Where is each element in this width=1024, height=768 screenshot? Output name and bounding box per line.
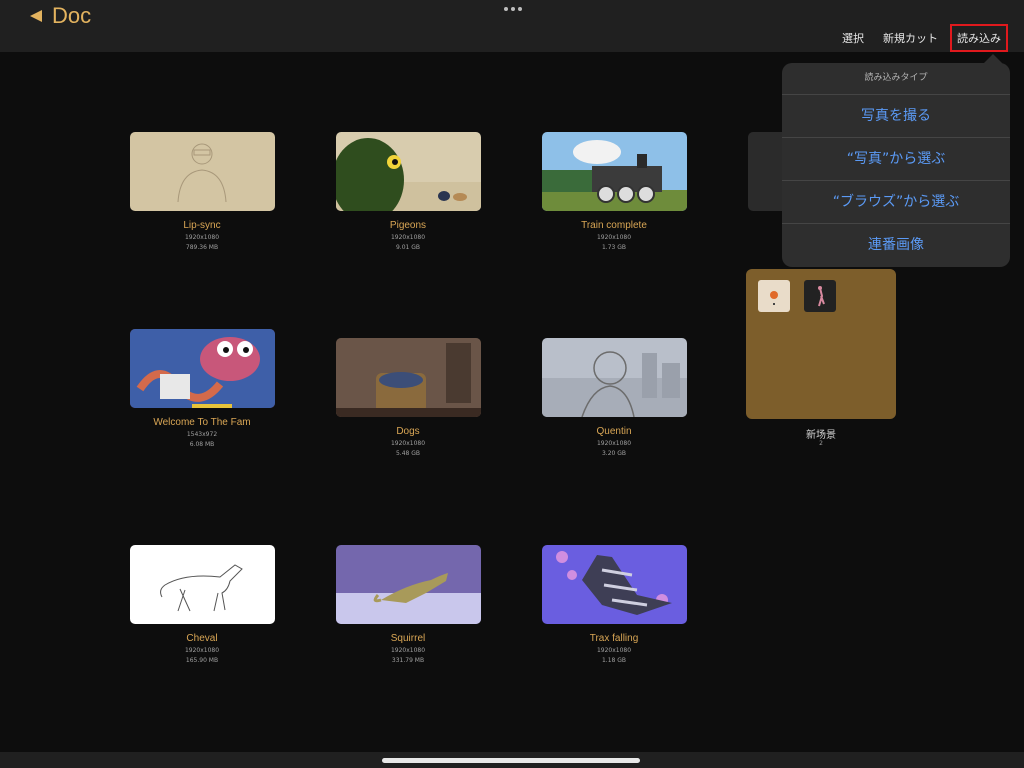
new-cut-button[interactable]: 新規カット xyxy=(883,30,938,46)
folder-name: 新场景 xyxy=(806,430,836,441)
project-card-welcome-to-the-fam[interactable]: Welcome To The Fam 1543x972 6.08 MB xyxy=(112,329,292,448)
project-thumbnail[interactable] xyxy=(541,338,687,417)
pigeons-image xyxy=(335,138,481,211)
choose-from-browse-option[interactable]: “ブラウズ”から選ぶ xyxy=(782,181,1010,224)
image-sequence-option[interactable]: 連番画像 xyxy=(782,224,1010,266)
project-thumbnail[interactable] xyxy=(335,132,481,211)
project-thumbnail[interactable] xyxy=(541,132,687,211)
dogs-image xyxy=(335,338,481,417)
project-resolution: 1920x1080 xyxy=(184,647,220,654)
project-card-cheval[interactable]: Cheval 1920x1080 165.90 MB xyxy=(112,545,292,664)
import-button[interactable]: 読み込み xyxy=(950,24,1008,52)
horse-sketch-image xyxy=(159,564,243,612)
squirrel-image xyxy=(335,573,481,624)
project-card-trax-falling[interactable]: Trax falling 1920x1080 1.18 GB xyxy=(524,545,704,664)
navigation-bar: Doc 選択 新規カット 読み込み xyxy=(0,0,1024,52)
project-size: 5.48 GB xyxy=(395,450,421,457)
project-name: Train complete xyxy=(581,220,647,231)
project-card-lip-sync[interactable]: Lip-sync 1920x1080 789.36 MB xyxy=(112,132,292,251)
toolbar-actions: 選択 新規カット 読み込み xyxy=(823,24,1008,52)
project-name: Cheval xyxy=(186,633,218,644)
back-label: Doc xyxy=(52,3,92,28)
select-button[interactable]: 選択 xyxy=(842,30,864,46)
more-dots-icon[interactable] xyxy=(504,7,522,11)
choose-from-photos-option[interactable]: “写真”から選ぶ xyxy=(782,138,1010,181)
project-name: Dogs xyxy=(396,426,420,437)
home-indicator[interactable] xyxy=(382,758,640,763)
project-size: 1.73 GB xyxy=(601,244,627,251)
project-size: 3.20 GB xyxy=(601,450,627,457)
project-card-squirrel[interactable]: Squirrel 1920x1080 331.79 MB xyxy=(318,545,498,664)
project-thumbnail[interactable] xyxy=(335,545,481,624)
folder-preview-2 xyxy=(804,280,836,312)
project-resolution: 1920x1080 xyxy=(596,647,632,654)
project-resolution: 1920x1080 xyxy=(390,647,426,654)
project-thumbnail[interactable] xyxy=(335,338,481,417)
project-resolution: 1920x1080 xyxy=(596,234,632,241)
project-size: 1.18 GB xyxy=(601,657,627,664)
popover-title: 読み込みタイプ xyxy=(782,63,1010,95)
scene-folder[interactable] xyxy=(746,269,896,419)
project-resolution: 1543x972 xyxy=(186,431,218,438)
octopus-image xyxy=(129,329,275,408)
folder-count: 2 xyxy=(819,440,823,447)
back-arrow-icon xyxy=(30,10,42,22)
project-name: Welcome To The Fam xyxy=(153,417,251,428)
project-thumbnail[interactable] xyxy=(129,545,275,624)
project-thumbnail[interactable] xyxy=(541,545,687,624)
project-resolution: 1920x1080 xyxy=(390,234,426,241)
back-button[interactable]: Doc xyxy=(30,2,91,30)
project-resolution: 1920x1080 xyxy=(596,440,632,447)
project-name: Quentin xyxy=(596,426,632,437)
project-resolution: 1920x1080 xyxy=(184,234,220,241)
project-card-pigeons[interactable]: Pigeons 1920x1080 9.01 GB xyxy=(318,132,498,251)
project-thumbnail[interactable] xyxy=(129,132,275,211)
project-name: Pigeons xyxy=(389,220,427,231)
project-size: 9.01 GB xyxy=(395,244,421,251)
project-name: Trax falling xyxy=(589,633,639,644)
project-name: Squirrel xyxy=(390,633,426,644)
project-size: 331.79 MB xyxy=(391,657,425,664)
project-size: 165.90 MB xyxy=(185,657,219,664)
project-name: Lip-sync xyxy=(183,220,221,231)
project-card-dogs[interactable]: Dogs 1920x1080 5.48 GB xyxy=(318,338,498,457)
project-resolution: 1920x1080 xyxy=(390,440,426,447)
project-size: 789.36 MB xyxy=(185,244,219,251)
train-image xyxy=(541,140,687,211)
project-size: 6.08 MB xyxy=(189,441,215,448)
project-card-train-complete[interactable]: Train complete 1920x1080 1.73 GB xyxy=(524,132,704,251)
project-thumbnail[interactable] xyxy=(129,329,275,408)
take-photo-option[interactable]: 写真を撮る xyxy=(782,95,1010,138)
project-card-quentin[interactable]: Quentin 1920x1080 3.20 GB xyxy=(524,338,704,457)
quentin-sketch-image xyxy=(541,351,687,417)
lip-sync-sketch-image xyxy=(177,143,226,203)
folder-preview-1 xyxy=(758,280,790,312)
import-type-popover: 読み込みタイプ 写真を撮る “写真”から選ぶ “ブラウズ”から選ぶ 連番画像 xyxy=(782,63,1010,267)
trax-falling-image xyxy=(555,551,672,615)
